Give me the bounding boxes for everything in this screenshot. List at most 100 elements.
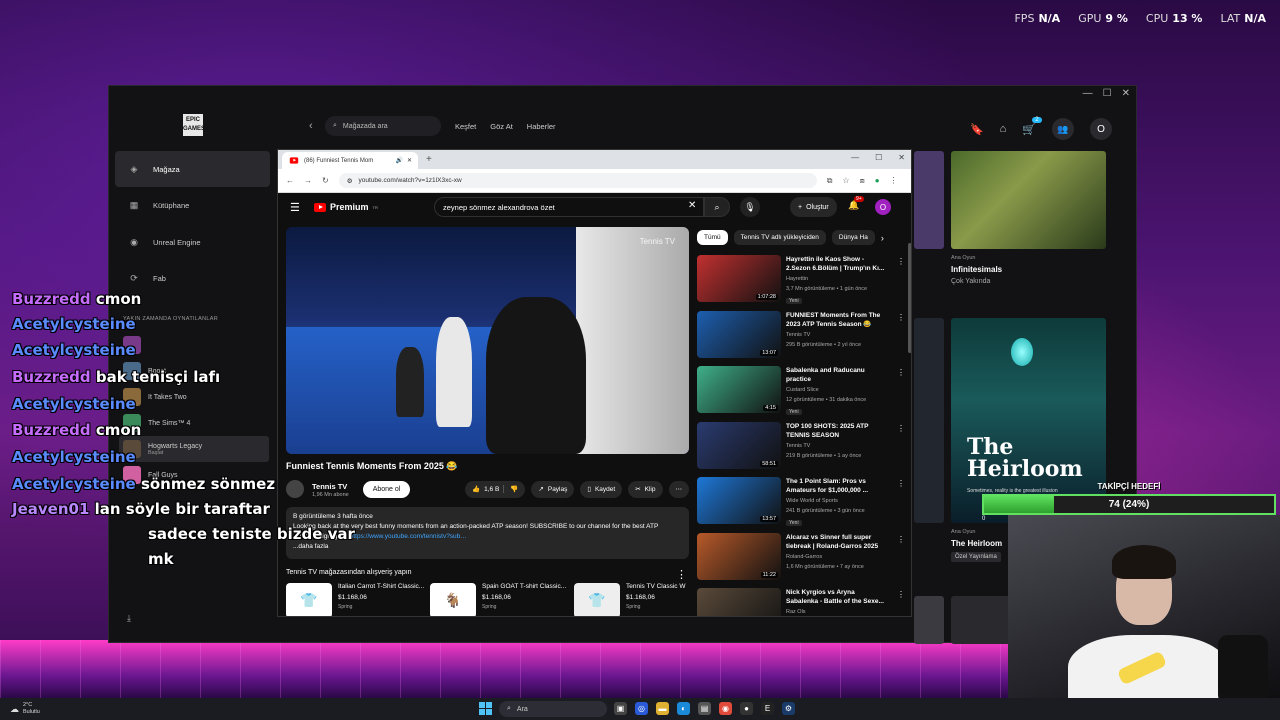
chip-world[interactable]: Dünya Ha bbox=[831, 230, 875, 245]
create-button[interactable]: + Oluştur bbox=[790, 197, 837, 217]
minimize-icon[interactable]: — bbox=[1083, 88, 1093, 99]
address-bar[interactable]: ⚙ youtube.com/watch?v=1z1lX3xc-xw bbox=[338, 173, 817, 188]
notifications-icon[interactable]: 🔔 9+ bbox=[848, 196, 864, 211]
menu-icon[interactable]: ⋮ bbox=[890, 176, 898, 185]
gift-icon[interactable]: ⌂ bbox=[1000, 123, 1007, 135]
scrollbar[interactable] bbox=[908, 243, 911, 353]
sidebar-item-unreal[interactable]: ◉ Unreal Engine bbox=[115, 224, 270, 260]
recent-game-item[interactable]: Hogwarts Legacy Başlat bbox=[119, 436, 269, 462]
start-button[interactable] bbox=[479, 702, 492, 715]
avatar[interactable]: O bbox=[1090, 118, 1112, 140]
store-icon[interactable]: ▤ bbox=[698, 702, 711, 715]
recent-game-item[interactable]: It Takes Two bbox=[119, 384, 269, 410]
steam-icon[interactable]: ⚙ bbox=[782, 702, 795, 715]
reload-icon[interactable]: ↻ bbox=[322, 176, 329, 185]
speaker-icon[interactable]: 🔊 bbox=[395, 157, 402, 164]
like-button[interactable]: 👍 1,6 B 👎 bbox=[465, 480, 526, 498]
nav-browse[interactable]: Göz At bbox=[490, 122, 513, 131]
merch-menu-icon[interactable]: ⋮ bbox=[676, 568, 687, 581]
copilot-icon[interactable]: ◎ bbox=[635, 702, 648, 715]
chip-all[interactable]: Tümü bbox=[697, 230, 728, 245]
thumbs-down-icon[interactable]: 👎 bbox=[503, 485, 518, 493]
channel-avatar[interactable] bbox=[286, 480, 304, 498]
search-button[interactable]: ⌕ bbox=[704, 197, 730, 217]
clear-search-icon[interactable]: ✕ bbox=[688, 200, 696, 211]
chrome-icon[interactable]: ◉ bbox=[719, 702, 732, 715]
save-button[interactable]: ▯ Kaydet bbox=[580, 480, 623, 498]
tab-close-icon[interactable]: ✕ bbox=[407, 157, 412, 164]
site-info-icon[interactable]: ⚙ bbox=[347, 177, 353, 185]
description-link[interactable]: https://www.youtube.com/tennistv?sub… bbox=[350, 533, 467, 540]
profile-icon[interactable]: ● bbox=[875, 176, 880, 185]
share-button[interactable]: ↗ Paylaş bbox=[531, 480, 575, 498]
show-more-link[interactable]: ...daha fazla bbox=[293, 542, 682, 552]
edge-icon[interactable]: ◐ bbox=[677, 702, 690, 715]
file-explorer-icon[interactable]: ▬ bbox=[656, 702, 669, 715]
back-icon[interactable]: ← bbox=[286, 176, 294, 185]
obs-icon[interactable]: ● bbox=[740, 702, 753, 715]
more-menu-icon[interactable]: ⋮ bbox=[897, 257, 905, 266]
more-menu-icon[interactable]: ⋮ bbox=[897, 535, 905, 544]
install-icon[interactable]: ⧉ bbox=[827, 176, 833, 186]
follower-goal-title: TAKİPÇİ HEDEFİ bbox=[1097, 482, 1161, 491]
cart-icon[interactable]: 🛒 2 bbox=[1022, 116, 1042, 136]
nav-news[interactable]: Haberler bbox=[527, 122, 556, 131]
related-video-item[interactable]: 11:22 Alcaraz vs Sinner full super tiebre… bbox=[697, 532, 907, 586]
wishlist-icon[interactable]: 🔖 bbox=[970, 123, 984, 136]
maximize-icon[interactable]: ☐ bbox=[875, 153, 882, 162]
youtube-logo[interactable]: Premium TR bbox=[314, 202, 378, 212]
hamburger-icon[interactable]: ☰ bbox=[290, 201, 300, 214]
merch-item[interactable]: 🐐 Spain GOAT T-shirt Classic... $1.168,06 S… bbox=[430, 583, 570, 616]
new-tab-button[interactable]: + bbox=[426, 154, 432, 165]
extension-icon[interactable]: ⧈ bbox=[860, 176, 865, 186]
friends-icon[interactable]: 👥 bbox=[1052, 118, 1074, 140]
clip-button[interactable]: ✂ Klip bbox=[628, 480, 663, 498]
avatar[interactable]: O bbox=[875, 199, 891, 215]
bookmark-star-icon[interactable]: ☆ bbox=[842, 176, 849, 185]
merch-item[interactable]: 👕 Italian Carrot T-Shirt Classic... $1.168… bbox=[286, 583, 426, 616]
tab-youtube[interactable]: (86) Funniest Tennis Mom 🔊 ✕ bbox=[282, 152, 418, 169]
close-icon[interactable]: ✕ bbox=[898, 153, 905, 162]
more-menu-icon[interactable]: ⋮ bbox=[897, 590, 905, 599]
epic-games-icon[interactable]: E bbox=[761, 702, 774, 715]
sidebar-item-library[interactable]: ▦ Kütüphane bbox=[115, 188, 270, 224]
weather-widget[interactable]: ☁ 2°C Bulutlu bbox=[10, 702, 40, 716]
more-menu-icon[interactable]: ⋮ bbox=[897, 424, 905, 433]
related-video-item[interactable]: 15:33 Nick Kyrgios vs Aryna Sabalenka - B… bbox=[697, 588, 907, 616]
more-actions-button[interactable]: ⋯ bbox=[668, 480, 689, 498]
store-search-input[interactable]: ⌕ Mağazada ara bbox=[325, 116, 441, 136]
voice-search-button[interactable]: 🎙 bbox=[740, 197, 760, 217]
sidebar-item-store[interactable]: ◈ Mağaza bbox=[115, 151, 270, 187]
related-video-item[interactable]: 58:51 TOP 100 SHOTS: 2025 ATP TENNIS SEAS… bbox=[697, 421, 907, 475]
related-video-item[interactable]: 1:07:28 Hayrettin ile Kaos Show - 2.Sezon… bbox=[697, 255, 907, 308]
close-icon[interactable]: ✕ bbox=[1122, 88, 1130, 99]
downloads-icon[interactable]: ⤓ bbox=[127, 613, 131, 624]
back-arrow-icon[interactable]: ‹ bbox=[309, 120, 313, 132]
recent-game-item[interactable] bbox=[119, 332, 269, 358]
channel-name[interactable]: Tennis TV bbox=[312, 482, 347, 491]
taskbar-search[interactable]: ⌕ Ara bbox=[499, 701, 607, 717]
epic-logo[interactable]: EPIC GAMES bbox=[183, 114, 205, 136]
youtube-search-input[interactable]: zeynep sönmez alexandrova özet bbox=[434, 197, 704, 217]
chip-from-uploader[interactable]: Tennis TV adlı yükleyiciden bbox=[733, 230, 826, 245]
more-menu-icon[interactable]: ⋮ bbox=[897, 368, 905, 377]
nav-discover[interactable]: Keşfet bbox=[455, 122, 476, 131]
merch-item[interactable]: 👕 Tennis TV Classic W $1.168,06 Spring bbox=[574, 583, 690, 616]
store-tile-infinitesimals[interactable]: Ana Oyun Infinitesimals Çok Yakında bbox=[951, 151, 1106, 285]
recent-game-item[interactable]: The Sims™ 4 bbox=[119, 410, 269, 436]
minimize-icon[interactable]: — bbox=[851, 153, 859, 162]
store-tile-partial[interactable] bbox=[914, 596, 944, 644]
chevron-right-icon[interactable]: › bbox=[881, 233, 884, 243]
store-tile-partial[interactable] bbox=[914, 318, 944, 523]
task-view-icon[interactable]: ▣ bbox=[614, 702, 627, 715]
forward-icon[interactable]: → bbox=[304, 176, 312, 185]
store-tile-partial[interactable] bbox=[914, 151, 944, 249]
maximize-icon[interactable]: ☐ bbox=[1103, 88, 1112, 99]
more-menu-icon[interactable]: ⋮ bbox=[897, 479, 905, 488]
video-player[interactable]: Tennis TV bbox=[286, 227, 689, 454]
subscribe-button[interactable]: Abone ol bbox=[362, 480, 411, 498]
related-video-item[interactable]: 4:15 Sabalenka and Raducanu practice Custa… bbox=[697, 366, 907, 419]
more-menu-icon[interactable]: ⋮ bbox=[897, 313, 905, 322]
related-video-item[interactable]: 13:07 FUNNIEST Moments From The 2023 ATP … bbox=[697, 310, 907, 364]
related-video-item[interactable]: 13:57 The 1 Point Slam: Pros vs Amateurs … bbox=[697, 477, 907, 530]
